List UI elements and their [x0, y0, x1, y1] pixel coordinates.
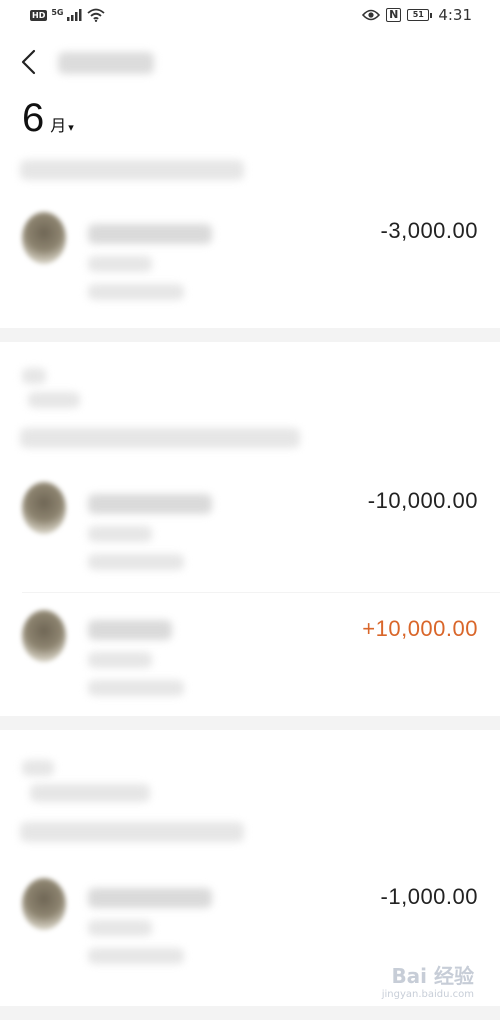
detail-line-blurred: [88, 554, 184, 570]
group-subheader-blurred: [30, 784, 150, 802]
amount: -3,000.00: [380, 218, 478, 243]
avatar: [22, 610, 66, 662]
merchant-name-blurred: [88, 888, 212, 908]
page-title-blurred: [58, 52, 154, 74]
amount: -10,000.00: [367, 488, 478, 513]
detail-line-blurred: [88, 256, 152, 272]
back-button[interactable]: [16, 46, 46, 78]
section-divider: [0, 716, 500, 730]
group-header-blurred: [20, 160, 244, 180]
month-unit: 月: [50, 116, 67, 135]
detail-line-blurred: [88, 920, 152, 936]
month-number: 6: [22, 96, 45, 140]
watermark-logo: Bai 经验: [391, 964, 474, 988]
detail-line-blurred: [88, 680, 184, 696]
merchant-name-blurred: [88, 620, 172, 640]
amount: +10,000.00: [362, 616, 478, 641]
month-picker[interactable]: 6 月 ▾: [22, 98, 74, 138]
status-bar: HD 5G N 51 4:31: [0, 0, 500, 32]
detail-line-blurred: [88, 284, 184, 300]
signal-icon: [67, 9, 82, 21]
battery-tip: [430, 12, 433, 18]
group-subheader-blurred: [22, 368, 46, 384]
wifi-icon: [87, 8, 106, 22]
status-right: N 51 4:31: [362, 6, 472, 24]
detail-line-blurred: [88, 948, 184, 964]
group-subheader-blurred: [28, 392, 80, 408]
section-divider: [0, 1006, 500, 1020]
transaction-row[interactable]: -10,000.00: [0, 470, 500, 590]
watermark-url: jingyan.baidu.com: [381, 989, 474, 1000]
merchant-name-blurred: [88, 224, 212, 244]
hd-badge: HD: [30, 9, 48, 21]
back-arrow-icon: [21, 49, 36, 75]
battery-icon: 51: [407, 9, 433, 21]
avatar: [22, 878, 66, 930]
row-divider: [22, 592, 500, 593]
status-time: 4:31: [438, 6, 472, 24]
avatar: [22, 212, 66, 264]
status-left: HD 5G: [30, 7, 106, 22]
transaction-row[interactable]: +10,000.00: [0, 598, 500, 718]
avatar: [22, 482, 66, 534]
section-divider: [0, 328, 500, 342]
nfc-icon: N: [386, 8, 402, 22]
group-header-blurred: [20, 822, 244, 842]
merchant-name-blurred: [88, 494, 212, 514]
battery-level: 51: [407, 9, 430, 21]
group-header-blurred: [20, 428, 300, 448]
baidu-jingyan-watermark: Bai 经验 jingyan.baidu.com: [382, 960, 474, 1000]
chevron-down-icon: ▾: [68, 121, 74, 134]
group-subheader-blurred: [22, 760, 54, 776]
detail-line-blurred: [88, 652, 152, 668]
detail-line-blurred: [88, 526, 152, 542]
nav-bar: [0, 40, 500, 84]
network-type: 5G: [51, 7, 64, 17]
amount: -1,000.00: [380, 884, 478, 909]
eye-icon: [362, 9, 381, 21]
transaction-row[interactable]: -3,000.00: [0, 200, 500, 320]
